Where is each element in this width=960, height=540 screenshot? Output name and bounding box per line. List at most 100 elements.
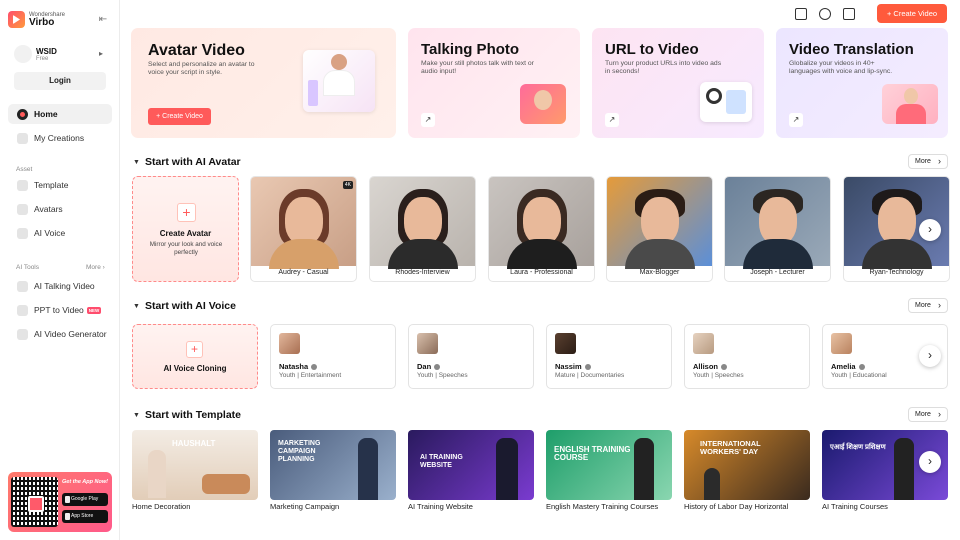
- home-icon: [17, 108, 28, 120]
- sidebar-item-ppt-to-video[interactable]: PPT to Video NEW: [8, 300, 112, 320]
- voice-card-natasha[interactable]: Natasha Youth | Entertainment: [270, 324, 396, 389]
- app-window: Wondershare Virbo ⇤ WSID Free ▸ Login Ho…: [0, 0, 960, 540]
- arrow-up-right-icon[interactable]: ↗: [605, 113, 619, 127]
- app-download-promo[interactable]: Get the App Now! Google Play App Store: [8, 472, 112, 532]
- create-avatar-title: Create Avatar: [159, 229, 212, 238]
- folder-icon: [17, 132, 28, 144]
- voice-carousel-next-icon[interactable]: ›: [919, 345, 941, 367]
- voice-avatar: [693, 333, 714, 354]
- avatar-thumbnail: [370, 177, 475, 269]
- voice-name: Natasha: [279, 362, 317, 371]
- login-button[interactable]: Login: [14, 72, 106, 90]
- template-icon: [17, 179, 28, 191]
- avatar-icon: [17, 203, 28, 215]
- arrow-up-right-icon[interactable]: ↗: [421, 113, 435, 127]
- create-avatar-card[interactable]: + Create Avatar Mirror your look and voi…: [132, 176, 239, 282]
- mail-icon[interactable]: [795, 8, 807, 20]
- section-title-ai-voice[interactable]: ▼ Start with AI Voice: [133, 300, 236, 312]
- voice-more-button[interactable]: More: [908, 298, 948, 313]
- template-overlay-text: INTERNATIONAL WORKERS' DAY: [700, 439, 761, 456]
- template-card-english-mastery[interactable]: ENGLISH TRAINING COURSE: [546, 430, 672, 500]
- new-badge: NEW: [86, 306, 102, 314]
- hero-video-translation[interactable]: Video Translation Globalize your videos …: [776, 28, 948, 138]
- voice-card-nassim[interactable]: Nassim Mature | Documentaries: [546, 324, 672, 389]
- voice-tags: Mature | Documentaries: [555, 372, 625, 379]
- template-card-home-decoration[interactable]: HAUSHALT: [132, 430, 258, 500]
- template-carousel-next-icon[interactable]: ›: [919, 451, 941, 473]
- template-card-ai-training-website[interactable]: AI TRAINING WEBSITE: [408, 430, 534, 500]
- caret-down-icon: ▼: [133, 303, 140, 310]
- hero-avatar-video[interactable]: Avatar Video Select and personalize an a…: [131, 28, 396, 138]
- virbo-logo-icon: [8, 11, 25, 28]
- template-name: Home Decoration: [132, 502, 191, 511]
- arrow-up-right-icon[interactable]: ↗: [789, 113, 803, 127]
- template-card-marketing-campaign[interactable]: MARKETING CAMPAIGN PLANNING: [270, 430, 396, 500]
- ai-voice-cloning-card[interactable]: + AI Voice Cloning: [132, 324, 258, 389]
- template-overlay-text: MARKETING CAMPAIGN PLANNING: [278, 440, 321, 463]
- avatar-name: Ryan-Technology: [869, 269, 924, 276]
- sidebar-item-template[interactable]: Template: [8, 175, 112, 195]
- sidebar-item-label: AI Voice: [34, 228, 66, 238]
- avatar-name: Joseph - Lecturer: [750, 269, 805, 276]
- sidebar-item-ai-voice[interactable]: AI Voice: [8, 223, 112, 243]
- hero-title: URL to Video: [605, 41, 699, 58]
- google-play-button[interactable]: Google Play: [62, 493, 108, 506]
- avatar-carousel-next-icon[interactable]: ›: [919, 219, 941, 241]
- template-overlay-text: AI TRAINING WEBSITE: [420, 454, 463, 469]
- hero-description: Make your still photos talk with text or…: [421, 60, 534, 75]
- template-card-labor-day[interactable]: INTERNATIONAL WORKERS' DAY: [684, 430, 810, 500]
- template-more-button[interactable]: More: [908, 407, 948, 422]
- sidebar-item-label: AI Video Generator: [34, 329, 107, 339]
- voice-icon: [17, 227, 28, 239]
- avatar-card-joseph[interactable]: Joseph - Lecturer: [724, 176, 831, 282]
- sidebar-item-avatars[interactable]: Avatars: [8, 199, 112, 219]
- virbo-logo[interactable]: Wondershare Virbo: [8, 11, 65, 28]
- create-avatar-subtitle: Mirror your look and voice perfectly: [149, 241, 223, 256]
- avatar-card-audrey[interactable]: 4K Audrey - Casual: [250, 176, 357, 282]
- avatar-card-laura[interactable]: Laura - Professional: [488, 176, 595, 282]
- template-name: AI Training Website: [408, 502, 473, 511]
- hero-title: Talking Photo: [421, 41, 520, 58]
- voice-tags: Youth | Educational: [831, 372, 887, 379]
- help-icon[interactable]: [819, 8, 831, 20]
- sidebar-item-my-creations[interactable]: My Creations: [8, 128, 112, 148]
- sidebar-item-ai-video-generator[interactable]: AI Video Generator: [8, 324, 112, 344]
- chevron-right-icon: ▸: [99, 49, 104, 58]
- collapse-sidebar-icon[interactable]: ⇤: [97, 14, 109, 26]
- profile-menu[interactable]: WSID Free ▸: [14, 45, 106, 65]
- ppt-icon: [17, 304, 28, 316]
- voice-card-dan[interactable]: Dan Youth | Speeches: [408, 324, 534, 389]
- hero-description: Globalize your videos in 40+ languages w…: [789, 60, 893, 75]
- sidebar-item-home[interactable]: Home: [8, 104, 112, 124]
- plus-icon: +: [177, 203, 196, 222]
- section-label-asset: Asset: [16, 166, 33, 173]
- video-translation-illustration: [882, 84, 938, 124]
- ai-tools-more-link[interactable]: More ›: [86, 264, 105, 271]
- app-store-button[interactable]: App Store: [62, 510, 108, 523]
- sidebar: Wondershare Virbo ⇤ WSID Free ▸ Login Ho…: [0, 0, 120, 540]
- create-video-button[interactable]: + Create Video: [877, 4, 947, 23]
- avatar-more-button[interactable]: More: [908, 154, 948, 169]
- sidebar-item-label: My Creations: [34, 133, 85, 143]
- task-list-icon[interactable]: [843, 8, 855, 20]
- sidebar-item-ai-talking-video[interactable]: AI Talking Video: [8, 276, 112, 296]
- voice-card-allison[interactable]: Allison Youth | Speeches: [684, 324, 810, 389]
- sidebar-item-label: AI Talking Video: [34, 281, 95, 291]
- caret-down-icon: ▼: [133, 159, 140, 166]
- avatar-thumbnail: [251, 177, 356, 269]
- voice-name: Amelia: [831, 362, 865, 371]
- hero-talking-photo[interactable]: Talking Photo Make your still photos tal…: [408, 28, 580, 138]
- template-name: English Mastery Training Courses: [546, 502, 659, 511]
- voice-name: Nassim: [555, 362, 591, 371]
- hero-create-video-button[interactable]: + Create Video: [148, 108, 211, 125]
- hero-url-to-video[interactable]: URL to Video Turn your product URLs into…: [592, 28, 764, 138]
- avatar-name: Laura - Professional: [510, 269, 573, 276]
- avatar-card-rhodes[interactable]: Rhodes-Interview: [369, 176, 476, 282]
- voice-avatar: [831, 333, 852, 354]
- avatar-card-max[interactable]: Max-Blogger: [606, 176, 713, 282]
- section-title-text: Start with AI Voice: [144, 300, 236, 312]
- section-title-template[interactable]: ▼ Start with Template: [133, 409, 241, 421]
- sidebar-item-label: Avatars: [34, 204, 63, 214]
- voice-avatar: [417, 333, 438, 354]
- section-title-ai-avatar[interactable]: ▼ Start with AI Avatar: [133, 156, 241, 168]
